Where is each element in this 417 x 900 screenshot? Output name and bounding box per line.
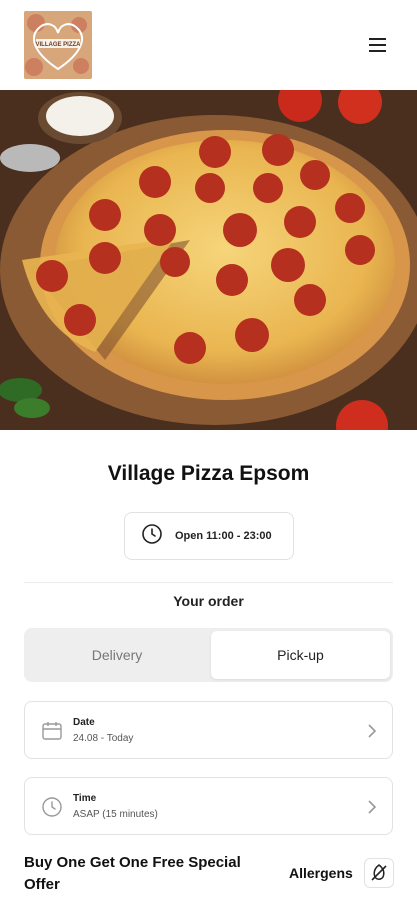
chevron-right-icon [366,798,378,816]
restaurant-name: Village Pizza Epsom [107,462,310,485]
menu-section-title: Buy One Get One Free Special Offer [24,854,241,893]
chevron-right-icon [366,722,378,740]
opening-hours-chip: Open 11:00 - 23:00 [124,512,294,560]
allergen-icon[interactable] [364,858,394,888]
hamburger-menu-icon[interactable] [366,36,388,54]
divider [24,582,393,583]
time-value: ASAP (15 minutes) [73,809,158,820]
logo-text: VILLAGE PIZZA [36,42,82,48]
date-value: 24.08 - Today [73,733,134,744]
tab-pickup[interactable]: Pick-up [211,631,390,679]
tab-delivery[interactable]: Delivery [27,631,207,679]
opening-hours-text: Open 11:00 - 23:00 [175,530,272,542]
allergens-link[interactable]: Allergens [289,865,353,881]
hero-pizza-image [0,90,417,430]
your-order-heading: Your order [173,593,244,609]
date-selector[interactable]: Date 24.08 - Today [24,701,393,759]
calendar-icon [41,720,63,742]
date-label: Date [73,717,95,728]
order-type-toggle: Delivery Pick-up [24,628,393,682]
time-selector[interactable]: Time ASAP (15 minutes) [24,777,393,835]
restaurant-logo[interactable]: VILLAGE PIZZA [24,11,92,79]
clock-icon [141,523,163,550]
header: VILLAGE PIZZA [0,0,417,90]
clock-icon [41,796,63,818]
time-label: Time [73,793,97,804]
